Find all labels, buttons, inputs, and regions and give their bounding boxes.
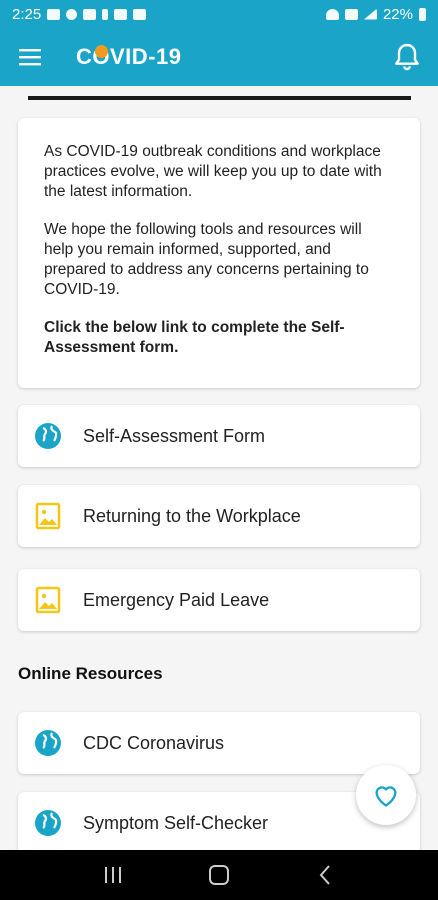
heart-icon [375, 786, 397, 807]
status-right: 22% [325, 5, 426, 23]
menu-button[interactable] [0, 28, 60, 86]
home-button[interactable] [189, 850, 249, 900]
favorite-button[interactable] [356, 765, 416, 825]
wifi-icon [325, 8, 339, 20]
link-label: CDC Coronavirus [83, 732, 225, 753]
image-icon [34, 502, 62, 530]
notification-icon [83, 8, 97, 20]
app-title: COVID-19 [76, 44, 182, 69]
app-logo: COVID-19 [76, 44, 181, 70]
section-heading-online-resources: Online Resources [18, 664, 163, 683]
link-cdc-coronavirus[interactable]: CDC Coronavirus [18, 712, 420, 774]
system-nav-bar [0, 850, 438, 900]
recents-button[interactable] [83, 850, 143, 900]
hamburger-icon [19, 49, 41, 66]
account-icon [66, 8, 78, 20]
content[interactable]: As COVID-19 outbreak conditions and work… [0, 86, 438, 850]
status-time: 2:25 [12, 5, 42, 23]
divider [28, 96, 411, 100]
link-label: Symptom Self-Checker [83, 812, 269, 833]
notifications-button[interactable] [376, 28, 438, 86]
globe-icon [34, 729, 62, 757]
intro-card: As COVID-19 outbreak conditions and work… [18, 118, 420, 388]
battery-icon [419, 7, 426, 21]
back-button[interactable] [295, 850, 355, 900]
nfc-icon [344, 8, 358, 20]
recents-icon [105, 867, 121, 883]
status-bar: 2:25 22% [0, 0, 438, 28]
link-returning-to-workplace[interactable]: Returning to the Workplace [18, 485, 420, 547]
back-icon [319, 865, 330, 885]
gallery-icon [114, 8, 128, 20]
message-icon [47, 8, 61, 20]
status-left: 2:25 [12, 5, 147, 23]
home-icon [209, 865, 229, 885]
battery-percent: 22% [382, 5, 413, 23]
app-bar: COVID-19 [0, 28, 438, 86]
intro-paragraph-2: We hope the following tools and resource… [44, 221, 369, 298]
bell-icon [395, 43, 419, 71]
chat-icon [133, 8, 147, 20]
link-emergency-paid-leave[interactable]: Emergency Paid Leave [18, 569, 420, 631]
virus-icon [95, 45, 108, 58]
signal-icon [363, 8, 377, 20]
image-icon [34, 586, 62, 614]
link-label: Returning to the Workplace [83, 505, 301, 526]
globe-icon [34, 809, 62, 837]
globe-icon [34, 422, 62, 450]
usb-icon [102, 8, 109, 20]
link-label: Emergency Paid Leave [83, 589, 270, 610]
intro-cta: Click the below link to complete the Sel… [44, 319, 345, 356]
link-label: Self-Assessment Form [83, 425, 266, 446]
intro-paragraph-1: As COVID-19 outbreak conditions and work… [44, 143, 382, 200]
link-self-assessment-form[interactable]: Self-Assessment Form [18, 405, 420, 467]
